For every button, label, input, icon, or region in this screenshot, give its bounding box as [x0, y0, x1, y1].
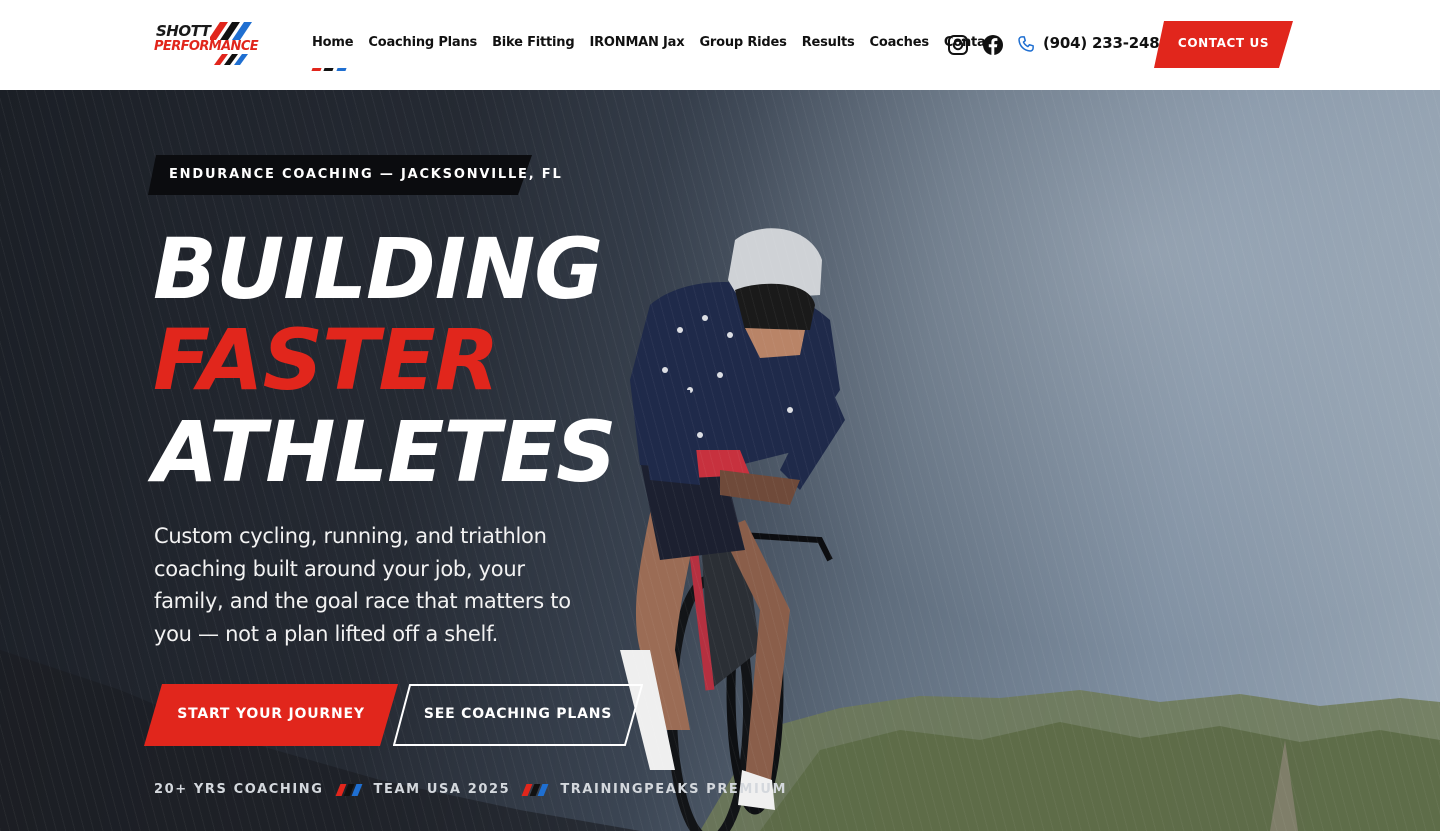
- nav-item-bike-fitting[interactable]: Bike Fitting: [492, 35, 575, 55]
- logo-wordmark-bottom: PERFORMANCE: [154, 39, 259, 54]
- hero-eyebrow-tag: ENDURANCE COACHING — JACKSONVILLE, FL: [148, 155, 561, 195]
- hero-subtext: Custom cycling, running, and triathlon c…: [154, 524, 571, 646]
- primary-button-label: START YOUR JOURNEY: [177, 706, 365, 722]
- stat-separator-icon: [335, 783, 362, 796]
- facebook-icon[interactable]: [982, 34, 1004, 56]
- secondary-button-label: SEE COACHING PLANS: [423, 706, 613, 722]
- nav-item-label: Coaching Plans: [368, 35, 478, 50]
- hero-headline-line-3: ATHLETES: [153, 403, 617, 501]
- nav-item-group-rides[interactable]: Group Rides: [699, 35, 786, 55]
- phone-icon[interactable]: [1017, 35, 1035, 53]
- hero-section: ENDURANCE COACHING — JACKSONVILLE, FL BU…: [0, 90, 1440, 831]
- phone-number-link[interactable]: (904) 233-2483: [1043, 34, 1170, 52]
- contact-us-button[interactable]: CONTACT US: [1154, 21, 1293, 68]
- active-nav-indicator: [311, 68, 347, 71]
- nav-item-label: Group Rides: [699, 35, 787, 50]
- contact-us-button-label: CONTACT US: [1177, 36, 1270, 50]
- main-nav: Home Coaching Plans Bike Fitting IRONMAN…: [311, 35, 1014, 71]
- nav-item-label: Home: [312, 35, 354, 50]
- site-header: SHOTT PERFORMANCE Home Coaching Plans Bi…: [0, 0, 1440, 90]
- start-your-journey-button[interactable]: START YOUR JOURNEY: [144, 684, 398, 746]
- nav-item-ironman-jax[interactable]: IRONMAN Jax: [589, 35, 684, 55]
- hero-headline-line-1: BUILDING: [153, 220, 603, 318]
- stat-trainingpeaks: TRAININGPEAKS PREMIUM: [560, 782, 788, 797]
- nav-item-label: IRONMAN Jax: [589, 35, 685, 50]
- stat-separator-icon: [521, 783, 549, 796]
- brand-logo[interactable]: SHOTT PERFORMANCE: [154, 22, 276, 68]
- instagram-icon[interactable]: [947, 34, 969, 56]
- hero-headline-line-2: FASTER: [153, 311, 499, 409]
- nav-item-coaching-plans[interactable]: Coaching Plans: [368, 35, 477, 55]
- nav-item-label: Bike Fitting: [492, 35, 575, 50]
- nav-item-results[interactable]: Results: [802, 35, 855, 55]
- hero-stats-row: 20+ YRS COACHING TEAM USA 2025 TRAININGP…: [154, 782, 787, 797]
- stat-team-usa: TEAM USA 2025: [373, 782, 511, 797]
- eyebrow-text: ENDURANCE COACHING — JACKSONVILLE, FL: [169, 167, 563, 182]
- logo-wordmark-top: SHOTT: [156, 22, 211, 40]
- stat-coaching-years: 20+ YRS COACHING: [154, 782, 324, 797]
- nav-item-home[interactable]: Home: [311, 35, 354, 71]
- see-coaching-plans-button[interactable]: SEE COACHING PLANS: [393, 684, 643, 746]
- nav-item-label: Results: [801, 35, 855, 50]
- nav-item-label: Coaches: [869, 35, 930, 50]
- nav-item-coaches[interactable]: Coaches: [869, 35, 930, 55]
